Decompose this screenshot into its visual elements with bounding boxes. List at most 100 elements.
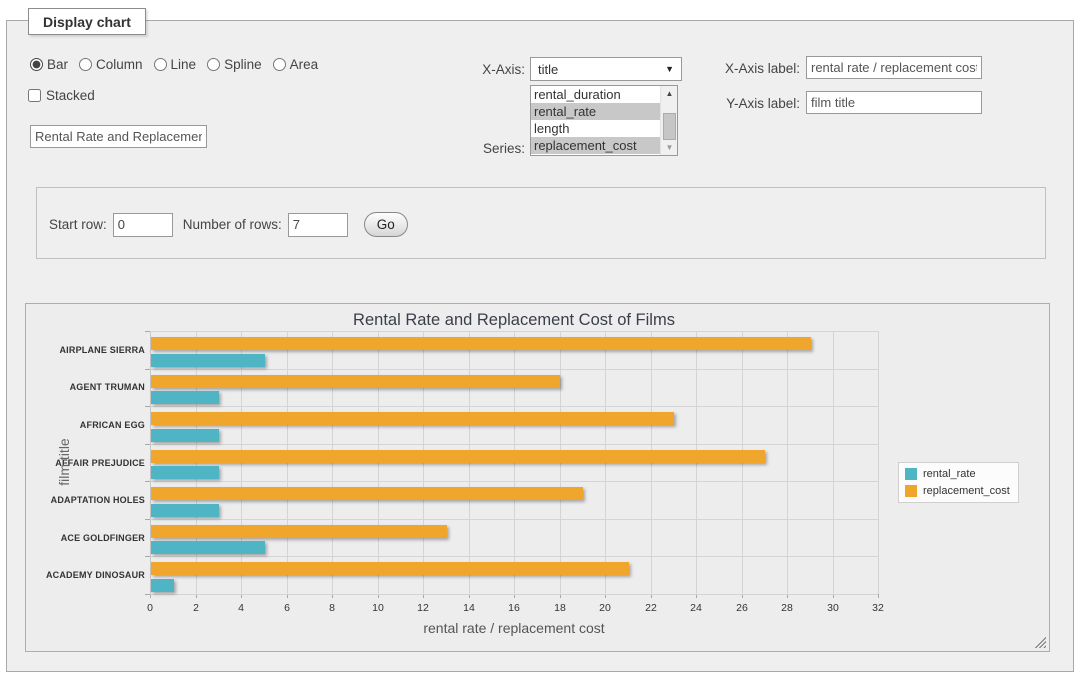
category-label: AFFAIR PREJUDICE [28, 458, 145, 468]
scroll-up-icon[interactable]: ▲ [661, 86, 678, 101]
x-tick-label: 6 [284, 602, 290, 614]
bar-replacement_cost[interactable] [151, 562, 629, 575]
gridline [150, 481, 878, 482]
y-tick-mark [145, 369, 150, 370]
legend-item-replacement_cost[interactable]: replacement_cost [905, 485, 1010, 497]
x-tick-label: 32 [872, 602, 884, 614]
stacked-label: Stacked [46, 88, 95, 103]
bar-replacement_cost[interactable] [151, 525, 447, 538]
y-tick-mark [145, 556, 150, 557]
chart-type-radio-area[interactable] [273, 58, 286, 71]
go-button[interactable]: Go [364, 212, 408, 237]
chart-type-radio-spline[interactable] [207, 58, 220, 71]
x-tick-label: 0 [147, 602, 153, 614]
gridline [150, 519, 878, 520]
gridline [150, 594, 878, 595]
x-tick-label: 4 [238, 602, 244, 614]
bar-replacement_cost[interactable] [151, 450, 765, 463]
chart-type-option-spline: Spline [207, 57, 262, 72]
scroll-down-icon[interactable]: ▼ [661, 140, 678, 155]
x-axis-select[interactable]: title ▼ [530, 57, 682, 81]
chart-type-option-bar: Bar [30, 57, 68, 72]
chart-legend: rental_rate replacement_cost [898, 462, 1019, 503]
gridline [150, 331, 878, 332]
gridline [150, 369, 878, 370]
bar-rental_rate[interactable] [151, 429, 219, 442]
x-tick-label: 26 [736, 602, 748, 614]
gridline [878, 331, 879, 594]
stacked-row: Stacked [28, 88, 95, 103]
x-tick-label: 30 [827, 602, 839, 614]
chart-title-input[interactable] [30, 125, 207, 148]
bar-rental_rate[interactable] [151, 466, 219, 479]
x-axis-label-input[interactable] [806, 56, 982, 79]
scrollbar-thumb[interactable] [663, 113, 676, 140]
resize-handle-icon[interactable] [1034, 636, 1046, 648]
row-controls: Start row: Number of rows: Go [49, 212, 408, 237]
chart-type-option-line: Line [154, 57, 197, 72]
x-tick-label: 18 [554, 602, 566, 614]
legend-item-rental_rate[interactable]: rental_rate [905, 468, 1010, 480]
series-option-length[interactable]: length [531, 120, 677, 137]
bar-rental_rate[interactable] [151, 579, 174, 592]
category-label: AGENT TRUMAN [28, 382, 145, 392]
bar-replacement_cost[interactable] [151, 412, 674, 425]
series-option-rental_duration[interactable]: rental_duration [531, 86, 677, 103]
legend-label: replacement_cost [923, 485, 1010, 497]
series-options: rental_durationrental_ratelengthreplacem… [531, 86, 677, 154]
bar-rental_rate[interactable] [151, 354, 265, 367]
stacked-checkbox[interactable] [28, 89, 41, 102]
gridline [150, 444, 878, 445]
gridline [150, 556, 878, 557]
category-label: ACE GOLDFINGER [28, 533, 145, 543]
chart-plot-area: 02468101214161820222426283032AIRPLANE SI… [150, 331, 878, 594]
x-axis-select-value: title [538, 62, 558, 77]
series-option-rental_rate[interactable]: rental_rate [531, 103, 677, 120]
bar-rental_rate[interactable] [151, 391, 219, 404]
bar-replacement_cost[interactable] [151, 375, 560, 388]
x-tick-label: 14 [463, 602, 475, 614]
x-tick-label: 22 [645, 602, 657, 614]
series-scrollbar[interactable]: ▲ ▼ [660, 86, 677, 155]
chart-type-option-column: Column [79, 57, 143, 72]
x-tick-mark [878, 594, 879, 598]
category-label: ACADEMY DINOSAUR [28, 570, 145, 580]
series-option-replacement_cost[interactable]: replacement_cost [531, 137, 677, 154]
x-tick-label: 12 [417, 602, 429, 614]
x-tick-label: 28 [781, 602, 793, 614]
category-label: AFRICAN EGG [28, 420, 145, 430]
y-tick-mark [145, 594, 150, 595]
category-label: ADAPTATION HOLES [28, 495, 145, 505]
x-tick-label: 16 [508, 602, 520, 614]
y-tick-mark [145, 444, 150, 445]
y-axis-label-field-label: Y-Axis label: [700, 96, 800, 111]
row-controls-box: Start row: Number of rows: Go [36, 187, 1046, 259]
series-select-label: Series: [440, 141, 525, 156]
chart-title: Rental Rate and Replacement Cost of Film… [150, 311, 878, 330]
chart-type-radio-bar[interactable] [30, 58, 43, 71]
bar-replacement_cost[interactable] [151, 487, 583, 500]
bar-rental_rate[interactable] [151, 541, 265, 554]
legend-swatch-icon [905, 468, 917, 480]
x-tick-label: 8 [329, 602, 335, 614]
y-tick-mark [145, 481, 150, 482]
chart-type-radio-column[interactable] [79, 58, 92, 71]
y-tick-mark [145, 519, 150, 520]
bar-replacement_cost[interactable] [151, 337, 811, 350]
legend-swatch-icon [905, 485, 917, 497]
chart-type-option-area: Area [273, 57, 319, 72]
num-rows-label: Number of rows: [183, 217, 282, 232]
num-rows-input[interactable] [288, 213, 348, 237]
panel-title: Display chart [28, 8, 146, 35]
y-tick-mark [145, 331, 150, 332]
chart-type-label: Column [96, 57, 143, 72]
series-multiselect[interactable]: rental_durationrental_ratelengthreplacem… [530, 85, 678, 156]
y-axis-label-input[interactable] [806, 91, 982, 114]
x-axis-select-label: X-Axis: [440, 62, 525, 77]
chart-container: Rental Rate and Replacement Cost of Film… [25, 303, 1050, 652]
bar-rental_rate[interactable] [151, 504, 219, 517]
legend-label: rental_rate [923, 468, 976, 480]
start-row-input[interactable] [113, 213, 173, 237]
chart-type-radio-line[interactable] [154, 58, 167, 71]
y-axis-title: film title [56, 402, 72, 522]
